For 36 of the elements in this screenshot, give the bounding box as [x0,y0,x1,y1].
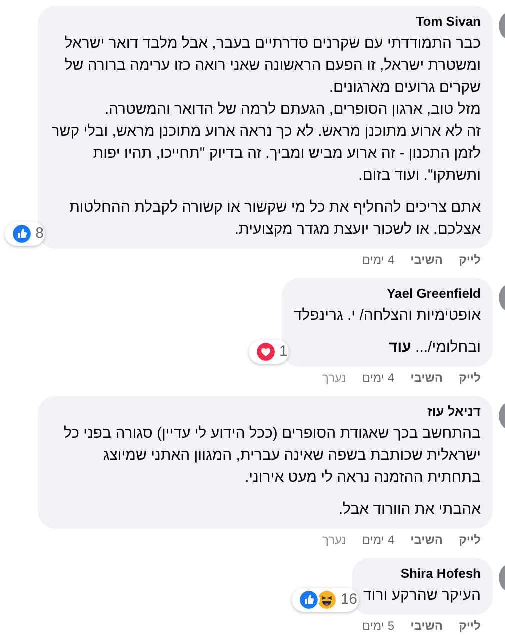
heart-icon [254,341,276,363]
like-link[interactable]: לייק [459,252,481,268]
reply-link[interactable]: השיבי [410,618,444,634]
edited-label: נערך [322,532,346,548]
reaction-count: 16 [340,591,358,609]
author-name[interactable]: Yael Greenfield [294,285,481,303]
reply-link[interactable]: השיבי [410,370,444,386]
reply-link[interactable]: השיבי [410,252,444,268]
edited-label: נערך [322,370,346,386]
thumbs-up-icon [298,589,320,611]
comment-text: זה לא ארוע מתוכנן מראש. לא כך נראה ארוע מתוכנן מראש, ובלי קשר לזמן התכנון - זה ארוע מביש ומביך. זה בדיוק "תחייכו, תהיו יפות ותשתקו". ועוד בזום. [50,122,481,186]
like-link[interactable]: לייק [459,370,481,386]
comment-text: אהבתי את הוורוד אבל. [338,500,481,520]
reaction-badge[interactable]: 1 [248,340,289,364]
comment-text: מזל טוב, ארגון הסופרים, הגעתם לרמה של הדואר והמשטרה. [104,100,481,120]
comment-time[interactable]: 4 ימים [362,532,395,548]
comment-text: כבר התמודדתי עם שקרנים סדרתיים בעבר, אבל מלבד דואר ישראל ומשטרת ישראל, זו הפעם הראשונה שאני רואה כזו ערימה ברורה של שקרים גרועים מארגונים. [64,34,481,98]
reaction-count: 1 [280,343,288,361]
author-name[interactable]: Tom Sivan [50,13,481,31]
comment-text: ובחלומי/... עוד [388,338,481,358]
comment-text: אופטימיות והצלחה/ י. גרינפלד [294,306,481,326]
like-link[interactable]: לייק [459,618,481,634]
reaction-badge[interactable]: 16 [292,588,358,612]
reaction-badge[interactable]: 8 [4,222,45,246]
comment-text: אתם צריכים להחליף את כל מי שקשור או קשורה לקבלת ההחלטות אצלכם. או לשכור יועצת מגדר מקצועית. [68,198,481,240]
comment-time[interactable]: 4 ימים [362,370,395,386]
comment-text: העיקר שהרקע ורוד [364,586,481,606]
like-link[interactable]: לייק [459,532,481,548]
thumbs-up-icon [10,223,33,245]
author-name[interactable]: דניאל עוז [50,403,481,421]
reply-link[interactable]: השיבי [410,532,444,548]
comment-time[interactable]: 5 ימים [362,618,395,634]
reaction-count: 8 [36,225,44,243]
comment-text: בהתחשב בכך שאגודת הסופרים (ככל הידוע לי עדיין) סגורה בפני כל ישראלית שכותבת בשפה שאינה עברית, המגוון האתני שמיוצג בתחתית ההזמנה נראה לי מעט אירוני. [62,424,481,488]
author-name[interactable]: Shira Hofesh [364,565,481,583]
comment-time[interactable]: 4 ימים [362,252,395,268]
